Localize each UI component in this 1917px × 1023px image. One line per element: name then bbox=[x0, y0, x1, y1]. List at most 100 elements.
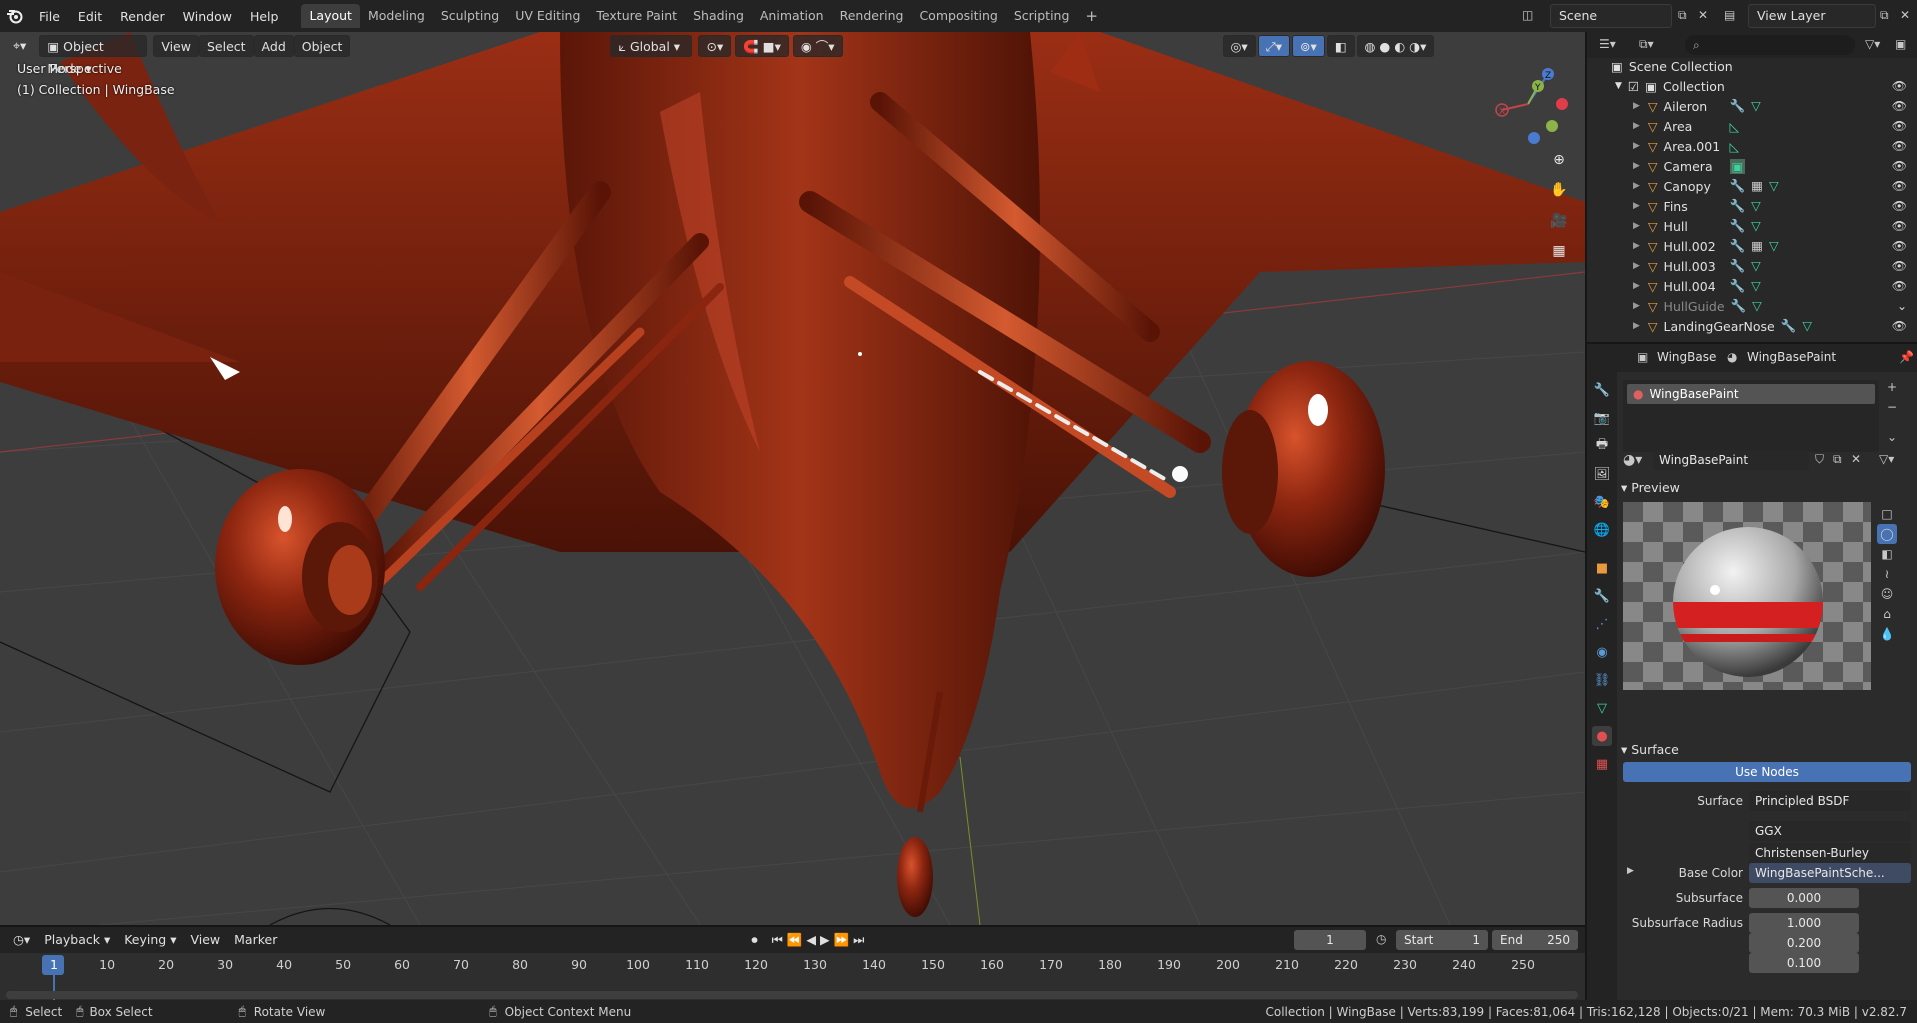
link-mode-icon[interactable]: ▽▾ bbox=[1879, 452, 1894, 466]
editor-type-icon[interactable]: ⌖▾ bbox=[6, 35, 33, 57]
surface-shader-field[interactable]: Principled BSDF bbox=[1749, 791, 1911, 811]
preview-cloth-icon[interactable]: ⌂ bbox=[1877, 604, 1897, 624]
expand-arrow-icon[interactable]: ▶ bbox=[1633, 261, 1640, 271]
subsurface-radius-y[interactable]: 0.200 bbox=[1749, 933, 1859, 953]
view-layer-icon[interactable]: ▤ bbox=[1724, 8, 1735, 22]
expand-arrow-icon[interactable]: ▶ bbox=[1633, 301, 1640, 311]
eye-icon[interactable]: 👁 bbox=[1892, 119, 1907, 133]
pivot-point-icon[interactable]: ⊙▾ bbox=[698, 35, 732, 57]
expand-arrow-icon[interactable]: ▶ bbox=[1633, 121, 1640, 131]
tab-uv-editing[interactable]: UV Editing bbox=[507, 4, 588, 28]
end-frame-field[interactable]: End 250 bbox=[1492, 930, 1578, 950]
gizmo-toggle-icon[interactable]: ⤢▾ bbox=[1257, 35, 1290, 57]
modifier-icon[interactable]: 🔧 bbox=[1730, 278, 1746, 294]
delete-view-layer-icon[interactable]: ✕ bbox=[1900, 8, 1910, 22]
eye-icon[interactable]: 👁 bbox=[1892, 199, 1907, 213]
visibility-icon[interactable]: ◎▾ bbox=[1222, 35, 1256, 57]
mesh-data-icon[interactable]: ▽ bbox=[1751, 278, 1761, 294]
tool-tab-icon[interactable]: 🔧 bbox=[1592, 380, 1612, 400]
timeline-menu-view[interactable]: View bbox=[183, 929, 227, 951]
physics-tab-icon[interactable]: ◉ bbox=[1592, 642, 1612, 662]
view-layer-selector[interactable]: View Layer bbox=[1748, 4, 1876, 28]
proportional-edit-icon[interactable]: ◉ ⌒▾ bbox=[792, 35, 843, 57]
tab-shading[interactable]: Shading bbox=[685, 4, 752, 28]
outliner-item-camera[interactable]: ▶ ▽ Camera ▣ 👁 bbox=[1587, 156, 1917, 176]
expand-arrow-icon[interactable]: ▶ bbox=[1633, 101, 1640, 111]
scene-collection-row[interactable]: ▣ Scene Collection bbox=[1587, 56, 1917, 76]
subsurface-radius-x[interactable]: 1.000 bbox=[1749, 913, 1859, 933]
scene-icon[interactable]: ◫ bbox=[1522, 8, 1533, 22]
menu-edit[interactable]: Edit bbox=[69, 9, 111, 24]
eye-icon[interactable]: 👁 bbox=[1892, 159, 1907, 173]
outliner-item-hull[interactable]: ▶ ▽ Hull 🔧 ▽ 👁 bbox=[1587, 216, 1917, 236]
preview-fluid-icon[interactable]: 💧 bbox=[1877, 624, 1897, 644]
ortho-grid-icon[interactable]: ▦ bbox=[1546, 238, 1572, 264]
eye-icon[interactable]: 👁 bbox=[1892, 259, 1907, 273]
constraint-icon[interactable]: ▦ bbox=[1751, 178, 1763, 194]
outliner-editor-icon[interactable]: ☰▾ bbox=[1599, 37, 1616, 51]
mesh-data-icon[interactable]: ▽ bbox=[1752, 298, 1762, 314]
duplicate-material-icon[interactable]: ⧉ bbox=[1833, 452, 1842, 467]
eye-icon[interactable]: 👁 bbox=[1892, 219, 1907, 233]
fake-user-icon[interactable]: ⛉ bbox=[1815, 452, 1824, 467]
modifier-icon[interactable]: 🔧 bbox=[1730, 98, 1746, 114]
modifier-icon[interactable]: 🔧 bbox=[1730, 238, 1746, 254]
constraints-tab-icon[interactable]: ⛓ bbox=[1592, 670, 1612, 690]
viewport-menu-select[interactable]: Select bbox=[198, 35, 254, 57]
new-scene-icon[interactable]: ⧉ bbox=[1678, 8, 1687, 23]
subsurface-method-dropdown[interactable]: Christensen-Burley bbox=[1749, 843, 1911, 863]
blender-logo-icon[interactable] bbox=[0, 0, 30, 32]
view-layer-tab-icon[interactable]: 🖼 bbox=[1592, 464, 1612, 484]
outliner-search-input[interactable]: ⌕ bbox=[1685, 35, 1855, 55]
preview-hair-icon[interactable]: ≀ bbox=[1877, 564, 1897, 584]
distribution-dropdown[interactable]: GGX bbox=[1749, 821, 1911, 841]
subsurface-radius-z[interactable]: 0.100 bbox=[1749, 953, 1859, 973]
subsurface-field[interactable]: 0.000 bbox=[1749, 888, 1859, 908]
eye-icon[interactable]: 👁 bbox=[1892, 79, 1907, 93]
world-tab-icon[interactable]: 🌐 bbox=[1592, 520, 1612, 540]
use-nodes-button[interactable]: Use Nodes bbox=[1623, 762, 1911, 782]
material-slot-item[interactable]: ● WingBasePaint bbox=[1627, 384, 1875, 404]
playback-controls[interactable]: ⏮ ⏪ ◀ ▶ ⏩ ⏭ bbox=[765, 929, 872, 951]
viewport-menu-view[interactable]: View bbox=[153, 35, 199, 57]
particles-tab-icon[interactable]: ⋰ bbox=[1592, 614, 1612, 634]
clock-icon[interactable]: ◷ bbox=[1376, 932, 1386, 946]
unlink-material-icon[interactable]: ✕ bbox=[1851, 452, 1861, 466]
material-tab-icon[interactable]: ● bbox=[1592, 726, 1612, 746]
pan-hand-icon[interactable]: ✋ bbox=[1546, 177, 1572, 203]
tab-rendering[interactable]: Rendering bbox=[832, 4, 912, 28]
menu-render[interactable]: Render bbox=[111, 9, 174, 24]
surface-panel-header[interactable]: ▾ Surface bbox=[1621, 742, 1679, 757]
snap-icon[interactable]: 🧲 ■▾ bbox=[735, 35, 789, 57]
tab-animation[interactable]: Animation bbox=[752, 4, 832, 28]
timeline-menu-keying[interactable]: Keying ▾ bbox=[117, 929, 183, 951]
outliner-item-aileron[interactable]: ▶ ▽ Aileron 🔧 ▽ 👁 bbox=[1587, 96, 1917, 116]
eye-icon[interactable]: 👁 bbox=[1892, 179, 1907, 193]
texture-tab-icon[interactable]: ▦ bbox=[1592, 754, 1612, 774]
modifier-icon[interactable]: 🔧 bbox=[1731, 298, 1747, 314]
eye-icon[interactable]: 👁 bbox=[1892, 239, 1907, 253]
expand-arrow-icon[interactable]: ▶ bbox=[1633, 241, 1640, 251]
modifier-icon[interactable]: 🔧 bbox=[1730, 178, 1746, 194]
outliner-item-hull-004[interactable]: ▶ ▽ Hull.004 🔧 ▽ 👁 bbox=[1587, 276, 1917, 296]
3d-viewport[interactable]: User Perspective (1) Collection | WingBa… bbox=[0, 32, 1585, 925]
eye-icon[interactable]: 👁 bbox=[1892, 99, 1907, 113]
expand-arrow-icon[interactable]: ▶ bbox=[1633, 321, 1640, 331]
eye-icon[interactable]: ⌄ bbox=[1897, 299, 1907, 313]
timeline-menu-marker[interactable]: Marker bbox=[227, 929, 284, 951]
browse-material-icon[interactable]: ◕▾ bbox=[1623, 452, 1642, 468]
expand-arrow-icon[interactable]: ▶ bbox=[1633, 221, 1640, 231]
expand-arrow-icon[interactable]: ▶ bbox=[1633, 281, 1640, 291]
mesh-data-icon[interactable]: ▽ bbox=[1751, 258, 1761, 274]
display-mode-icon[interactable]: ⧉▾ bbox=[1639, 37, 1654, 52]
menu-help[interactable]: Help bbox=[241, 9, 288, 24]
viewport-menu-add[interactable]: Add bbox=[253, 35, 294, 57]
expand-arrow-icon[interactable]: ▶ bbox=[1633, 141, 1640, 151]
light-data-icon[interactable]: ◺ bbox=[1730, 119, 1740, 134]
xray-icon[interactable]: ◧ bbox=[1326, 35, 1355, 57]
eye-icon[interactable]: 👁 bbox=[1892, 279, 1907, 293]
collection-row[interactable]: ▼ ☑ ▣ Collection 👁 bbox=[1587, 76, 1917, 96]
expand-arrow-icon[interactable]: ▶ bbox=[1633, 181, 1640, 191]
mesh-data-icon[interactable]: ▽ bbox=[1769, 178, 1779, 194]
constraint-icon[interactable]: ▦ bbox=[1751, 238, 1763, 254]
